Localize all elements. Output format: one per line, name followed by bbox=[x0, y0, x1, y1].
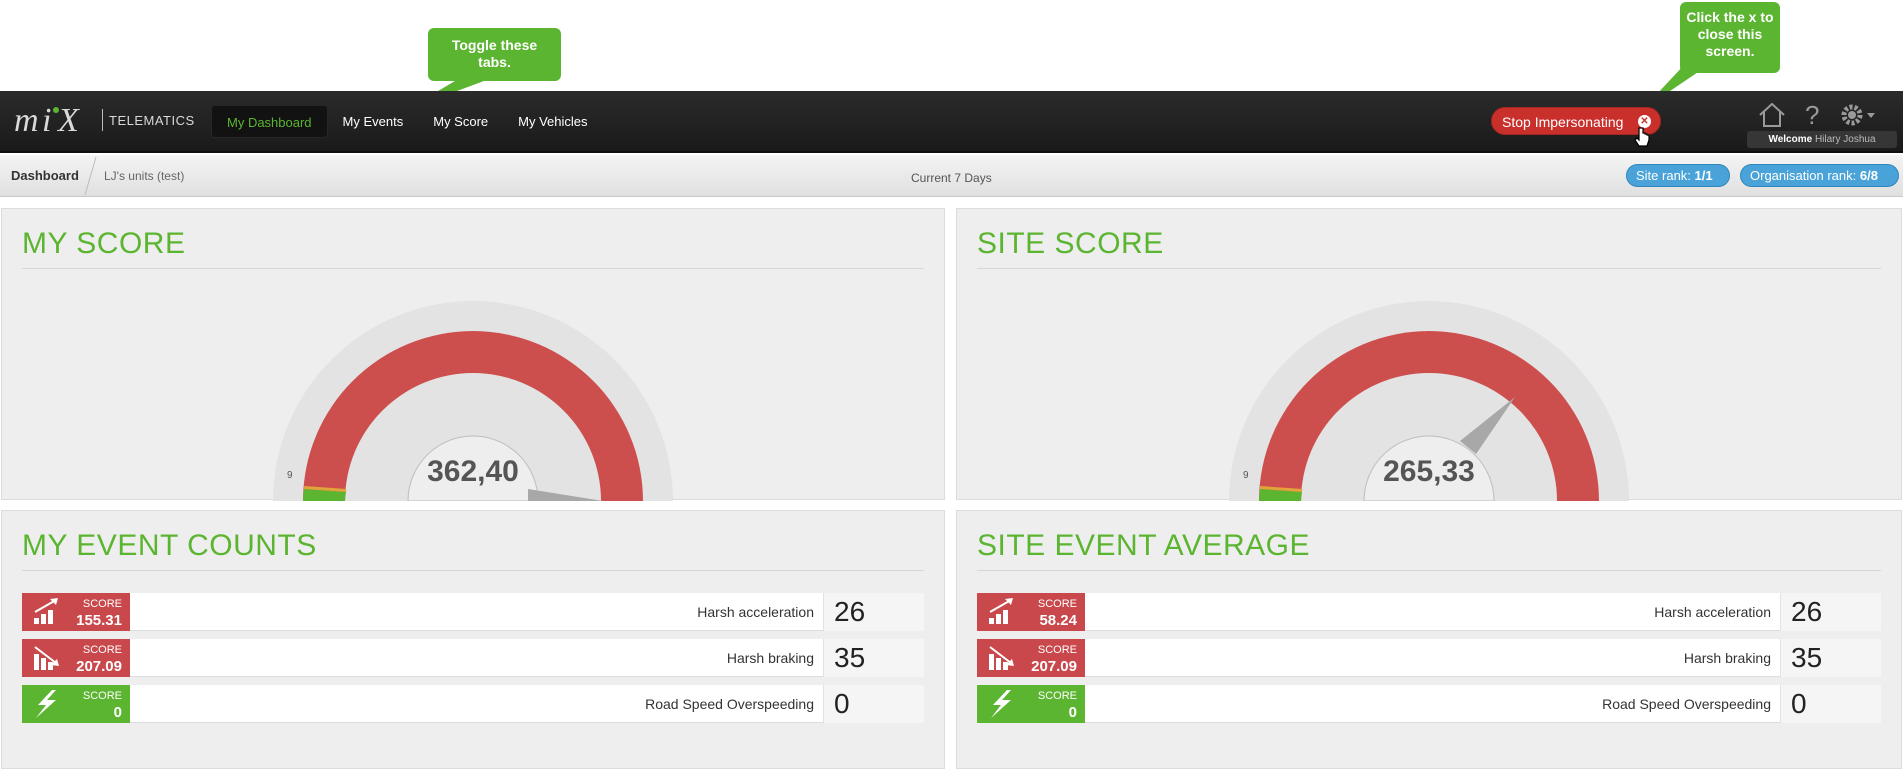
gear-icon[interactable] bbox=[1839, 101, 1879, 129]
nav-tab-my-score[interactable]: My Score bbox=[418, 105, 503, 138]
my-event-counts-panel: MY EVENT COUNTS SCORE 155.31 Harsh accel… bbox=[1, 510, 945, 769]
organisation-rank-badge: Organisation rank: 6/8 bbox=[1740, 164, 1899, 187]
user-name: Hilary Joshua bbox=[1814, 134, 1876, 145]
event-score-label: SCORE bbox=[82, 644, 122, 656]
event-row-harsh-braking: SCORE 207.09 Harsh braking 35 bbox=[977, 639, 1881, 677]
event-score-value: 58.24 bbox=[1039, 612, 1077, 629]
stop-impersonating-label: Stop Impersonating bbox=[1502, 114, 1624, 130]
breadcrumb-separator bbox=[84, 156, 97, 196]
site-score-gauge: 9 265,33 bbox=[1229, 289, 1629, 502]
event-score-value: 0 bbox=[1068, 704, 1077, 721]
logo-separator bbox=[102, 109, 103, 131]
event-score-value: 207.09 bbox=[1031, 658, 1077, 675]
event-row-road-speed-overspeeding: SCORE 0 Road Speed Overspeeding 0 bbox=[22, 685, 924, 723]
main-nav: My Dashboard My Events My Score My Vehic… bbox=[211, 105, 603, 138]
event-count: 26 bbox=[823, 593, 924, 631]
event-score-badge: SCORE 0 bbox=[22, 685, 130, 723]
event-count: 0 bbox=[823, 685, 924, 723]
home-icon[interactable] bbox=[1757, 101, 1787, 129]
event-count: 26 bbox=[1780, 593, 1881, 631]
panel-divider bbox=[22, 570, 924, 571]
my-score-panel: MY SCORE 9 362,40 bbox=[1, 208, 945, 502]
breadcrumb-dashboard[interactable]: Dashboard bbox=[11, 168, 79, 183]
event-row-harsh-acceleration: SCORE 155.31 Harsh acceleration 26 bbox=[22, 593, 924, 631]
event-name: Harsh braking bbox=[726, 650, 814, 666]
utility-icons: ? bbox=[1757, 101, 1897, 133]
acceleration-icon bbox=[34, 598, 58, 624]
event-score-label: SCORE bbox=[82, 690, 122, 702]
panel-divider bbox=[22, 268, 924, 269]
event-score-value: 155.31 bbox=[76, 612, 122, 629]
svg-text:?: ? bbox=[1805, 101, 1819, 129]
svg-text:X: X bbox=[56, 103, 80, 137]
organisation-rank-label: Organisation rank: bbox=[1750, 168, 1857, 183]
event-name: Harsh acceleration bbox=[697, 604, 814, 620]
nav-tab-my-dashboard[interactable]: My Dashboard bbox=[211, 105, 328, 138]
event-score-badge: SCORE 207.09 bbox=[977, 639, 1085, 677]
event-score-value: 0 bbox=[113, 704, 122, 721]
event-score-badge: SCORE 58.24 bbox=[977, 593, 1085, 631]
svg-text:i: i bbox=[42, 103, 51, 137]
mouse-cursor-icon bbox=[1634, 127, 1650, 147]
event-count: 35 bbox=[1780, 639, 1881, 677]
top-nav-bar: m i X TELEMATICS My Dashboard My Events … bbox=[0, 91, 1903, 153]
panel-divider bbox=[977, 268, 1881, 269]
my-score-gauge: 9 362,40 bbox=[273, 289, 673, 502]
my-score-title: MY SCORE bbox=[22, 227, 186, 260]
event-name: Harsh braking bbox=[1683, 650, 1771, 666]
site-rank-label: Site rank: bbox=[1636, 168, 1691, 183]
svg-text:m: m bbox=[14, 103, 39, 137]
braking-icon bbox=[989, 646, 1014, 670]
welcome-badge: Welcome Hilary Joshua bbox=[1747, 131, 1897, 148]
event-score-badge: SCORE 0 bbox=[977, 685, 1085, 723]
site-score-title: SITE SCORE bbox=[977, 227, 1164, 260]
event-name: Road Speed Overspeeding bbox=[1602, 696, 1771, 712]
event-score-label: SCORE bbox=[82, 598, 122, 610]
event-row-road-speed-overspeeding: SCORE 0 Road Speed Overspeeding 0 bbox=[977, 685, 1881, 723]
site-rank-value: 1/1 bbox=[1694, 168, 1713, 183]
app-root: Toggle these tabs. Click the x to close … bbox=[0, 0, 1903, 769]
my-event-counts-title: MY EVENT COUNTS bbox=[22, 529, 317, 562]
event-row-harsh-braking: SCORE 207.09 Harsh braking 35 bbox=[22, 639, 924, 677]
lightning-icon bbox=[36, 690, 56, 718]
period-label: Current 7 Days bbox=[911, 171, 992, 185]
event-score-label: SCORE bbox=[1037, 644, 1077, 656]
mix-logo-mark: m i X bbox=[14, 103, 80, 137]
event-score-badge: SCORE 207.09 bbox=[22, 639, 130, 677]
site-event-average-title: SITE EVENT AVERAGE bbox=[977, 529, 1310, 562]
lightning-icon bbox=[991, 690, 1011, 718]
braking-icon bbox=[34, 646, 59, 670]
event-count: 35 bbox=[823, 639, 924, 677]
help-icon[interactable]: ? bbox=[1801, 101, 1825, 129]
event-name: Road Speed Overspeeding bbox=[645, 696, 814, 712]
nav-tab-my-events[interactable]: My Events bbox=[328, 105, 419, 138]
site-rank-badge: Site rank: 1/1 bbox=[1626, 164, 1730, 187]
acceleration-icon bbox=[989, 598, 1013, 624]
breadcrumb-bar: Dashboard LJ's units (test) Current 7 Da… bbox=[0, 155, 1903, 197]
breadcrumb-group[interactable]: LJ's units (test) bbox=[104, 169, 184, 183]
event-score-label: SCORE bbox=[1037, 598, 1077, 610]
site-score-value: 265,33 bbox=[1383, 455, 1475, 488]
event-count: 0 bbox=[1780, 685, 1881, 723]
panel-divider bbox=[977, 570, 1881, 571]
mix-telematics-logo: m i X TELEMATICS bbox=[12, 103, 195, 137]
event-score-label: SCORE bbox=[1037, 690, 1077, 702]
event-score-value: 207.09 bbox=[76, 658, 122, 675]
organisation-rank-value: 6/8 bbox=[1859, 168, 1878, 183]
site-event-average-panel: SITE EVENT AVERAGE SCORE 58.24 Harsh acc… bbox=[956, 510, 1902, 769]
site-score-panel: SITE SCORE 9 265,33 bbox=[956, 208, 1902, 502]
my-score-value: 362,40 bbox=[427, 455, 519, 488]
event-score-badge: SCORE 155.31 bbox=[22, 593, 130, 631]
event-name: Harsh acceleration bbox=[1654, 604, 1771, 620]
nav-tab-my-vehicles[interactable]: My Vehicles bbox=[503, 105, 602, 138]
event-row-harsh-acceleration: SCORE 58.24 Harsh acceleration 26 bbox=[977, 593, 1881, 631]
welcome-label: Welcome bbox=[1768, 134, 1813, 145]
logo-product-text: TELEMATICS bbox=[109, 112, 195, 128]
